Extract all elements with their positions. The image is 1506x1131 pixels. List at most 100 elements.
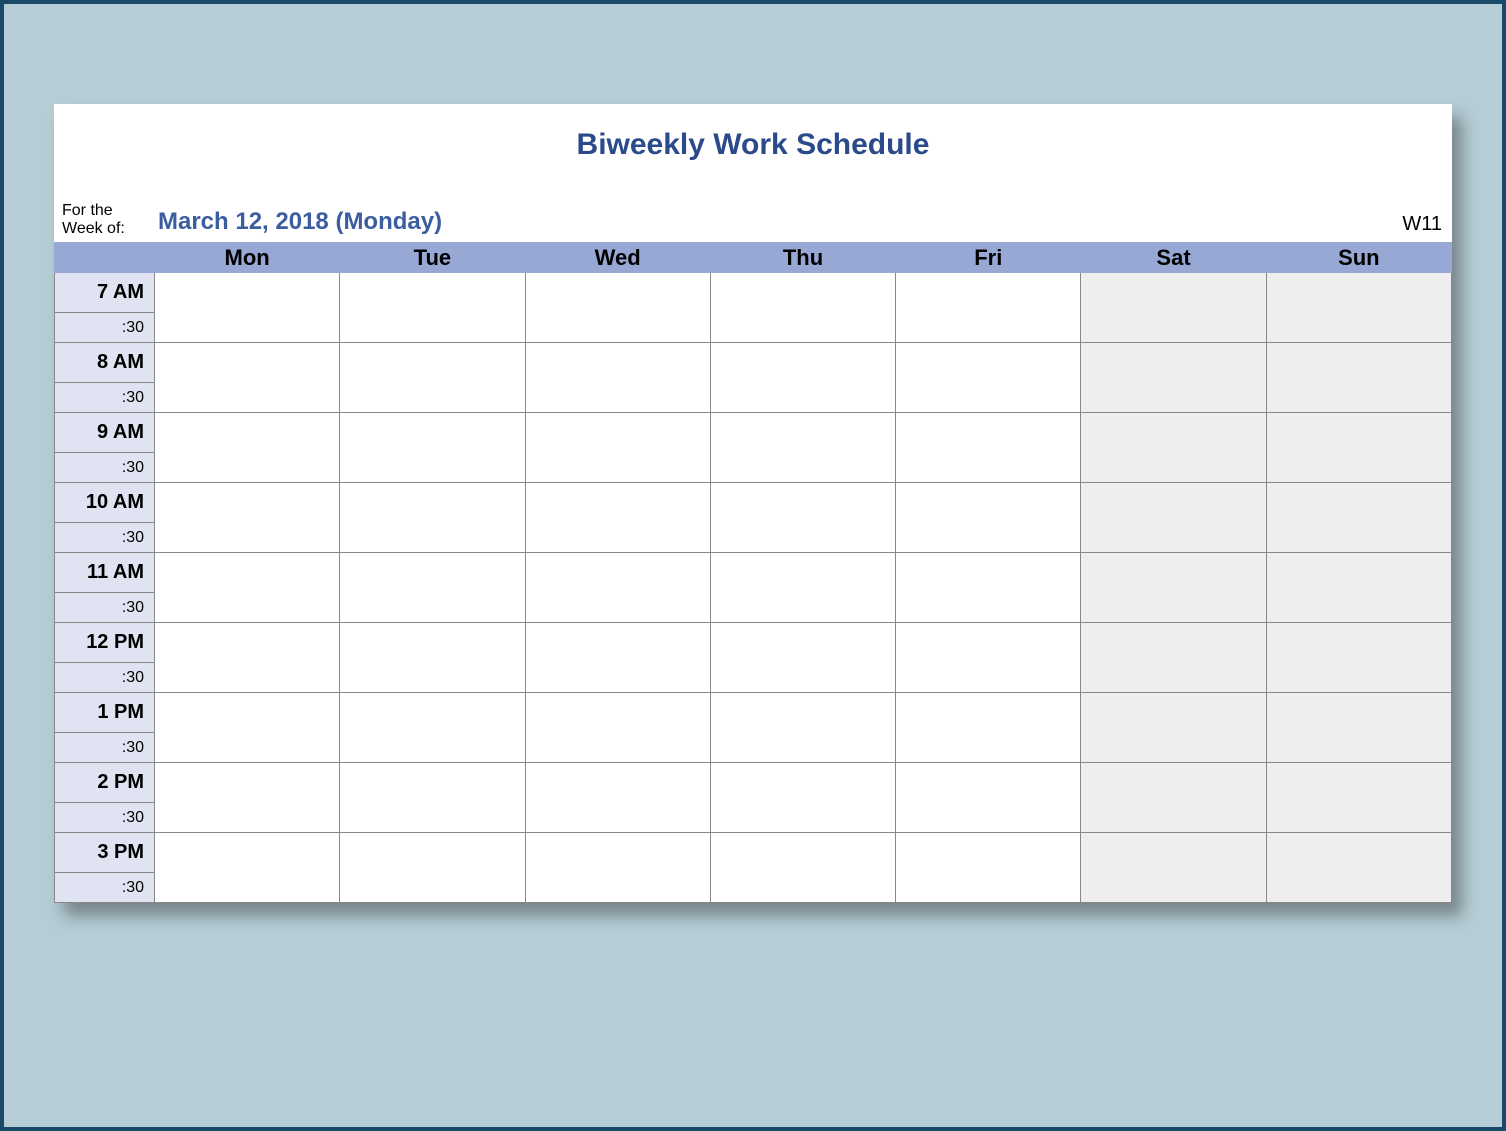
schedule-cell[interactable] bbox=[710, 763, 895, 833]
hour-label: 3 PM bbox=[55, 833, 155, 873]
day-header: Sun bbox=[1266, 243, 1451, 273]
schedule-cell[interactable] bbox=[525, 483, 710, 553]
schedule-cell[interactable] bbox=[1081, 413, 1266, 483]
hour-label: 12 PM bbox=[55, 623, 155, 663]
half-hour-label: :30 bbox=[55, 663, 155, 693]
day-header: Thu bbox=[710, 243, 895, 273]
half-hour-label: :30 bbox=[55, 383, 155, 413]
hour-label: 10 AM bbox=[55, 483, 155, 523]
table-row: 12 PM bbox=[55, 623, 1452, 663]
schedule-cell[interactable] bbox=[1266, 553, 1451, 623]
table-row: 2 PM bbox=[55, 763, 1452, 803]
schedule-cell[interactable] bbox=[1081, 693, 1266, 763]
schedule-cell[interactable] bbox=[155, 273, 340, 343]
schedule-cell[interactable] bbox=[340, 413, 525, 483]
schedule-cell[interactable] bbox=[525, 833, 710, 903]
schedule-cell[interactable] bbox=[155, 693, 340, 763]
schedule-cell[interactable] bbox=[525, 413, 710, 483]
schedule-cell[interactable] bbox=[710, 483, 895, 553]
schedule-cell[interactable] bbox=[1081, 343, 1266, 413]
schedule-cell[interactable] bbox=[710, 553, 895, 623]
schedule-cell[interactable] bbox=[1081, 763, 1266, 833]
schedule-cell[interactable] bbox=[710, 623, 895, 693]
schedule-cell[interactable] bbox=[525, 693, 710, 763]
week-of-value: March 12, 2018 (Monday) bbox=[158, 208, 1402, 238]
schedule-cell[interactable] bbox=[710, 273, 895, 343]
day-header: Tue bbox=[340, 243, 525, 273]
hour-label: 11 AM bbox=[55, 553, 155, 593]
title: Biweekly Work Schedule bbox=[54, 104, 1452, 202]
half-hour-label: :30 bbox=[55, 523, 155, 553]
day-header: Fri bbox=[896, 243, 1081, 273]
table-row: 10 AM bbox=[55, 483, 1452, 523]
schedule-cell[interactable] bbox=[525, 623, 710, 693]
schedule-cell[interactable] bbox=[710, 413, 895, 483]
schedule-cell[interactable] bbox=[525, 343, 710, 413]
schedule-cell[interactable] bbox=[1081, 623, 1266, 693]
schedule-cell[interactable] bbox=[340, 343, 525, 413]
day-header: Wed bbox=[525, 243, 710, 273]
schedule-cell[interactable] bbox=[340, 833, 525, 903]
schedule-cell[interactable] bbox=[896, 413, 1081, 483]
table-row: 9 AM bbox=[55, 413, 1452, 453]
schedule-cell[interactable] bbox=[340, 623, 525, 693]
week-number: W11 bbox=[1402, 213, 1448, 238]
schedule-cell[interactable] bbox=[710, 833, 895, 903]
half-hour-label: :30 bbox=[55, 593, 155, 623]
schedule-cell[interactable] bbox=[340, 553, 525, 623]
schedule-cell[interactable] bbox=[896, 763, 1081, 833]
day-header: Sat bbox=[1081, 243, 1266, 273]
table-row: 11 AM bbox=[55, 553, 1452, 593]
table-row: 3 PM bbox=[55, 833, 1452, 873]
hour-label: 9 AM bbox=[55, 413, 155, 453]
schedule-cell[interactable] bbox=[1266, 833, 1451, 903]
schedule-cell[interactable] bbox=[896, 833, 1081, 903]
schedule-cell[interactable] bbox=[896, 553, 1081, 623]
schedule-cell[interactable] bbox=[340, 693, 525, 763]
half-hour-label: :30 bbox=[55, 313, 155, 343]
schedule-cell[interactable] bbox=[340, 273, 525, 343]
schedule-cell[interactable] bbox=[1081, 273, 1266, 343]
week-meta-row: For the Week of: March 12, 2018 (Monday)… bbox=[54, 202, 1452, 242]
schedule-cell[interactable] bbox=[155, 343, 340, 413]
schedule-cell[interactable] bbox=[155, 413, 340, 483]
schedule-cell[interactable] bbox=[340, 483, 525, 553]
schedule-cell[interactable] bbox=[155, 623, 340, 693]
schedule-cell[interactable] bbox=[340, 763, 525, 833]
schedule-table: Mon Tue Wed Thu Fri Sat Sun 7 AM:308 AM:… bbox=[54, 242, 1452, 903]
hour-label: 7 AM bbox=[55, 273, 155, 313]
week-label-line2: Week of: bbox=[62, 220, 125, 237]
schedule-cell[interactable] bbox=[1266, 763, 1451, 833]
schedule-cell[interactable] bbox=[1266, 343, 1451, 413]
table-row: 7 AM bbox=[55, 273, 1452, 313]
schedule-cell[interactable] bbox=[896, 693, 1081, 763]
schedule-cell[interactable] bbox=[525, 273, 710, 343]
schedule-cell[interactable] bbox=[155, 553, 340, 623]
schedule-cell[interactable] bbox=[1266, 413, 1451, 483]
schedule-cell[interactable] bbox=[1081, 483, 1266, 553]
schedule-cell[interactable] bbox=[710, 343, 895, 413]
schedule-cell[interactable] bbox=[896, 343, 1081, 413]
half-hour-label: :30 bbox=[55, 733, 155, 763]
schedule-cell[interactable] bbox=[155, 483, 340, 553]
half-hour-label: :30 bbox=[55, 873, 155, 903]
schedule-cell[interactable] bbox=[155, 763, 340, 833]
schedule-cell[interactable] bbox=[525, 763, 710, 833]
schedule-cell[interactable] bbox=[1081, 833, 1266, 903]
schedule-cell[interactable] bbox=[1266, 483, 1451, 553]
week-of-label: For the Week of: bbox=[58, 202, 158, 238]
schedule-cell[interactable] bbox=[155, 833, 340, 903]
schedule-cell[interactable] bbox=[710, 693, 895, 763]
schedule-cell[interactable] bbox=[896, 273, 1081, 343]
half-hour-label: :30 bbox=[55, 453, 155, 483]
schedule-cell[interactable] bbox=[1081, 553, 1266, 623]
schedule-cell[interactable] bbox=[1266, 623, 1451, 693]
schedule-cell[interactable] bbox=[1266, 273, 1451, 343]
schedule-cell[interactable] bbox=[525, 553, 710, 623]
schedule-sheet: Biweekly Work Schedule For the Week of: … bbox=[54, 104, 1452, 903]
hour-label: 8 AM bbox=[55, 343, 155, 383]
schedule-cell[interactable] bbox=[896, 623, 1081, 693]
half-hour-label: :30 bbox=[55, 803, 155, 833]
schedule-cell[interactable] bbox=[896, 483, 1081, 553]
schedule-cell[interactable] bbox=[1266, 693, 1451, 763]
